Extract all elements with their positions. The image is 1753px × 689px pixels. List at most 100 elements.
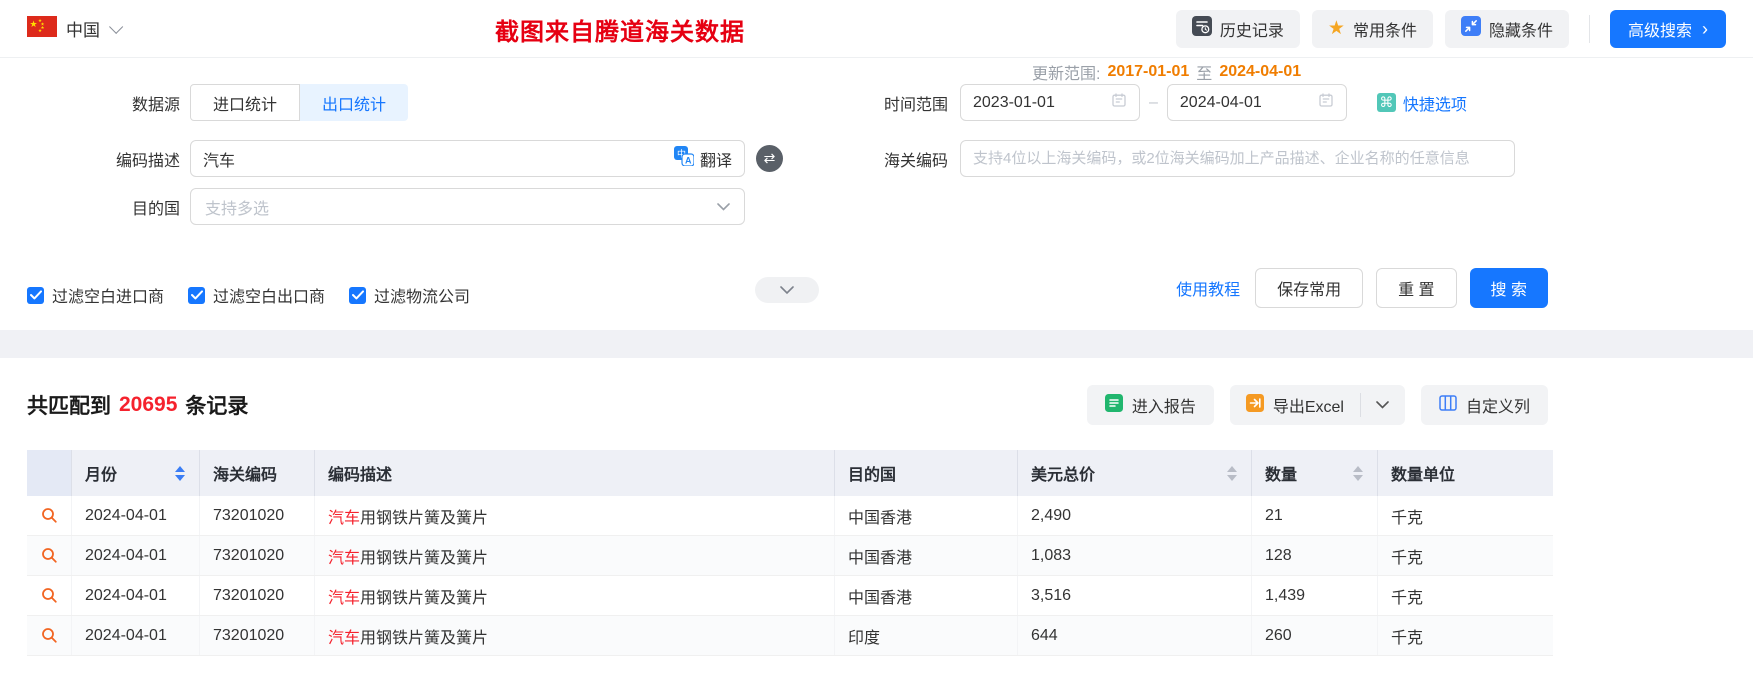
customs-code-row: 海关编码 — [852, 140, 1515, 177]
filter-label: 过滤空白进口商 — [52, 289, 165, 306]
cell-usd-total: 644 — [1018, 616, 1252, 655]
chevron-down-icon — [717, 198, 730, 216]
calendar-icon — [1318, 92, 1334, 113]
customs-code-label: 海关编码 — [883, 152, 948, 170]
update-range-end: 2024-04-01 — [1219, 63, 1302, 80]
header-cell-hscode: 海关编码 — [200, 450, 315, 496]
advanced-search-button[interactable]: 高级搜索 › — [1609, 9, 1726, 48]
header-cell-description: 编码描述 — [315, 450, 835, 496]
cell-quantity: 128 — [1252, 536, 1378, 575]
magnifier-icon[interactable] — [41, 507, 58, 524]
dest-country-placeholder: 支持多选 — [205, 200, 270, 218]
swap-icon[interactable]: ⇄ — [756, 145, 783, 172]
quick-options-label: 快捷选项 — [1402, 96, 1467, 114]
filter-blank-importer[interactable]: 过滤空白进口商 — [27, 283, 164, 307]
data-source-label: 数据源 — [131, 96, 180, 114]
topbar-actions: 历史记录 ★ 常用条件 隐藏条件 高级搜索 › — [1175, 9, 1726, 48]
hide-conditions-button[interactable]: 隐藏条件 — [1444, 9, 1569, 48]
data-source-tabs: 进口统计 出口统计 — [190, 84, 409, 121]
filter-logistics-company[interactable]: 过滤物流公司 — [349, 283, 470, 307]
end-date-input[interactable]: 2024-04-01 — [1166, 84, 1347, 121]
table-row: 2024-04-01 73201020 汽车 用钢铁片簧及簧片 中国香港 3,51… — [27, 576, 1553, 616]
country-label: 中国 — [66, 21, 100, 40]
search-button[interactable]: 搜 索 — [1469, 268, 1548, 308]
filter-blank-exporter[interactable]: 过滤空白出口商 — [188, 283, 325, 307]
cell-description: 汽车 用钢铁片簧及簧片 — [315, 576, 835, 615]
cell-hscode: 73201020 — [200, 496, 315, 535]
report-icon — [1104, 393, 1123, 417]
update-range-to: 至 — [1196, 66, 1213, 83]
enter-report-button[interactable]: 进入报告 — [1086, 385, 1214, 425]
filter-checkboxes: 过滤空白进口商 过滤空白出口商 过滤物流公司 — [27, 283, 470, 307]
reset-button[interactable]: 重 置 — [1376, 268, 1457, 308]
cell-unit: 千克 — [1391, 509, 1424, 527]
cell-destination: 中国香港 — [835, 576, 1018, 615]
filter-label: 过滤物流公司 — [374, 289, 471, 306]
magnifier-icon[interactable] — [41, 587, 58, 604]
cell-unit: 千克 — [1391, 629, 1424, 647]
time-range-label: 时间范围 — [883, 96, 948, 114]
sort-icon[interactable] — [1227, 465, 1237, 481]
cell-destination: 中国香港 — [835, 536, 1018, 575]
translate-button[interactable]: 中A 翻译 — [673, 146, 732, 171]
translate-label: 翻译 — [699, 152, 732, 170]
export-icon — [1245, 393, 1264, 417]
tab-export-stats[interactable]: 出口统计 — [300, 84, 409, 121]
cell-hscode: 73201020 — [200, 536, 315, 575]
update-range: 更新范围: 2017-01-01 至 2024-04-01 — [1032, 60, 1301, 84]
save-favorite-button[interactable]: 保存常用 — [1255, 268, 1364, 308]
data-source-row: 数据源 进口统计 出口统计 — [27, 84, 409, 121]
cell-destination: 印度 — [835, 616, 1018, 655]
magnifier-icon[interactable] — [41, 627, 58, 644]
hide-conditions-label: 隐藏条件 — [1488, 22, 1553, 40]
results-table: 月份 海关编码 编码描述 目的国 美元总价 数量 数量单位 2024-04-01… — [27, 450, 1553, 656]
quick-options-link[interactable]: ⌘ 快捷选项 — [1376, 91, 1467, 115]
collapse-form-button[interactable] — [755, 277, 819, 303]
code-desc-input[interactable] — [203, 149, 674, 168]
star-icon: ★ — [1327, 18, 1345, 39]
end-date-value: 2024-04-01 — [1179, 93, 1262, 111]
magnifier-icon[interactable] — [41, 547, 58, 564]
customs-code-input[interactable] — [973, 150, 1502, 167]
header-cell-quantity[interactable]: 数量 — [1252, 450, 1378, 496]
cell-month: 2024-04-01 — [72, 616, 200, 655]
export-excel-button[interactable]: 导出Excel — [1230, 385, 1360, 425]
start-date-input[interactable]: 2023-01-01 — [960, 84, 1140, 121]
cell-quantity: 260 — [1252, 616, 1378, 655]
enter-report-label: 进入报告 — [1131, 399, 1196, 416]
update-range-label: 更新范围: — [1032, 66, 1101, 83]
favorites-label: 常用条件 — [1352, 22, 1417, 40]
header-cell-usd-total[interactable]: 美元总价 — [1018, 450, 1252, 496]
tab-import-stats[interactable]: 进口统计 — [190, 84, 301, 121]
country-selector[interactable]: ★ ★ ★ ★ ★ 中国 — [27, 15, 124, 42]
checkbox-checked-icon — [349, 286, 367, 304]
checkbox-checked-icon — [188, 286, 206, 304]
keyword-highlight: 汽车 — [328, 549, 361, 567]
date-range-separator: – — [1149, 93, 1158, 111]
time-range-row: 时间范围 2023-01-01 – 2024-04-01 ⌘ 快捷选项 — [852, 84, 1467, 121]
dest-country-select[interactable]: 支持多选 — [190, 188, 745, 225]
svg-text:A: A — [685, 156, 692, 166]
keyword-highlight: 汽车 — [328, 629, 361, 647]
history-label: 历史记录 — [1219, 22, 1284, 40]
summary-prefix: 共匹配到 — [27, 395, 111, 418]
cell-quantity: 1,439 — [1252, 576, 1378, 615]
cell-month: 2024-04-01 — [72, 536, 200, 575]
code-desc-field: 中A 翻译 — [190, 140, 745, 177]
custom-columns-button[interactable]: 自定义列 — [1420, 385, 1548, 425]
header-cell-month[interactable]: 月份 — [72, 450, 200, 496]
sort-icon[interactable] — [175, 465, 185, 481]
sort-icon[interactable] — [1353, 465, 1363, 481]
history-button[interactable]: 历史记录 — [1175, 9, 1300, 48]
export-options-button[interactable] — [1361, 385, 1405, 425]
favorites-button[interactable]: ★ 常用条件 — [1311, 9, 1433, 48]
update-range-start: 2017-01-01 — [1107, 63, 1190, 80]
column-label: 数量单位 — [1391, 467, 1456, 484]
export-excel-combo: 导出Excel — [1229, 385, 1405, 425]
china-flag-icon: ★ ★ ★ ★ ★ — [27, 15, 57, 42]
column-label: 美元总价 — [1031, 467, 1096, 484]
cell-usd-total: 1,083 — [1018, 536, 1252, 575]
column-label: 数量 — [1265, 467, 1298, 484]
tutorial-link[interactable]: 使用教程 — [1176, 276, 1240, 300]
chevron-down-icon — [1376, 401, 1390, 409]
